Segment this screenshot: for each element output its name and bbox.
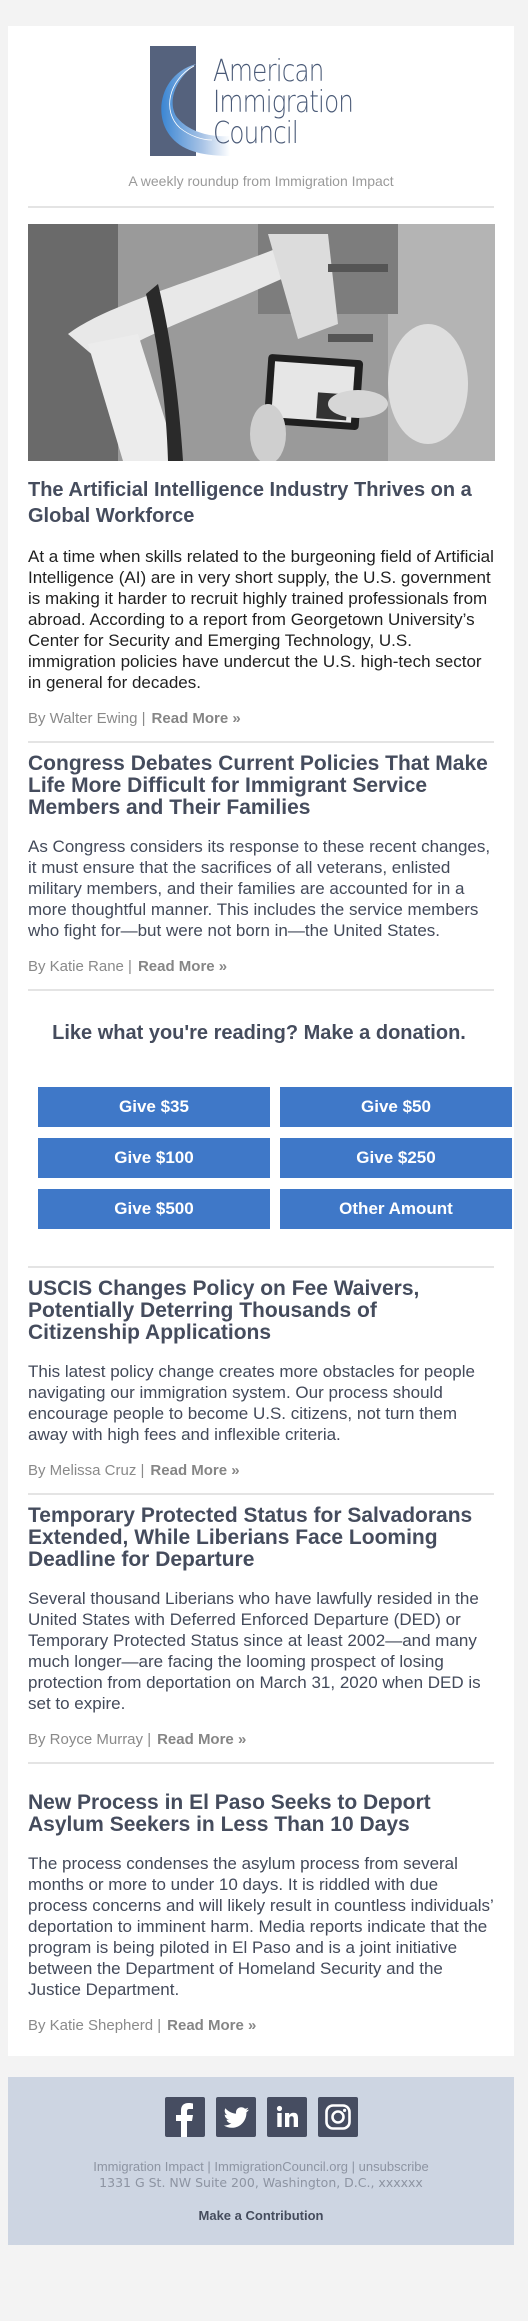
article-summary: Several thousand Liberians who have lawf…	[28, 1589, 481, 1713]
give-100-button[interactable]: Give $100	[38, 1138, 270, 1178]
unsubscribe-link[interactable]: unsubscribe	[359, 2159, 429, 2174]
immigration-impact-link[interactable]: Immigration Impact	[93, 2159, 204, 2174]
article-summary: The process condenses the asylum process…	[28, 1854, 494, 1999]
logo-line-2: Immigration	[213, 85, 354, 120]
article-summary: As Congress considers its response to th…	[28, 837, 491, 940]
read-more-link[interactable]: Read More »	[150, 1462, 239, 1479]
read-more-link[interactable]: Read More »	[157, 1731, 246, 1748]
author: By Katie Shepherd |	[28, 2017, 162, 2034]
divider	[28, 206, 494, 208]
read-more-link[interactable]: Read More »	[152, 710, 241, 727]
article: New Process in El Paso Seeks to Deport A…	[8, 1764, 514, 2056]
give-35-button[interactable]: Give $35	[38, 1087, 270, 1127]
donation-buttons: Give $35 Give $50 Give $100 Give $250 Gi…	[38, 1087, 514, 1229]
article: The Artificial Intelligence Industry Thr…	[8, 461, 514, 741]
author: By Katie Rane |	[28, 958, 132, 975]
facebook-icon[interactable]	[164, 2097, 205, 2137]
read-more-link[interactable]: Read More »	[167, 2017, 256, 2034]
author: By Royce Murray |	[28, 1731, 152, 1748]
give-50-button[interactable]: Give $50	[280, 1087, 512, 1127]
hero-illustration	[28, 224, 495, 461]
article-title[interactable]: New Process in El Paso Seeks to Deport A…	[28, 1792, 494, 1836]
read-more-link[interactable]: Read More »	[138, 958, 227, 975]
author: By Melissa Cruz |	[28, 1462, 145, 1479]
donation-section: Like what you're reading? Make a donatio…	[8, 991, 514, 1229]
give-500-button[interactable]: Give $500	[38, 1189, 270, 1229]
footer: Immigration Impact | ImmigrationCouncil.…	[8, 2077, 514, 2245]
mailing-address: 1331 G St. NW Suite 200, Washington, D.C…	[99, 2175, 423, 2190]
article-title[interactable]: The Artificial Intelligence Industry Thr…	[28, 477, 494, 529]
article-byline: By Katie Rane | Read More »	[28, 957, 494, 989]
article-summary: At a time when skills related to the bur…	[28, 547, 494, 692]
article-summary: This latest policy change creates more o…	[28, 1362, 475, 1444]
header: American Immigration Council A weekly ro…	[8, 26, 514, 206]
hero-image-robot-arm-tablet[interactable]	[28, 224, 495, 461]
article-byline: By Katie Shepherd | Read More »	[28, 2016, 494, 2056]
tagline: A weekly roundup from Immigration Impact	[128, 173, 394, 189]
newsletter-card: American Immigration Council A weekly ro…	[8, 26, 514, 2056]
separator: |	[203, 2159, 215, 2174]
article-byline: By Melissa Cruz | Read More »	[28, 1461, 494, 1493]
author: By Walter Ewing |	[28, 710, 146, 727]
footer-links: Immigration Impact | ImmigrationCouncil.…	[8, 2159, 514, 2175]
article: USCIS Changes Policy on Fee Waivers, Pot…	[8, 1268, 514, 1493]
immigration-council-link[interactable]: ImmigrationCouncil.org	[214, 2159, 348, 2174]
article-byline: By Royce Murray | Read More »	[28, 1730, 494, 1762]
article-title[interactable]: Congress Debates Current Policies That M…	[28, 753, 494, 819]
article-title[interactable]: USCIS Changes Policy on Fee Waivers, Pot…	[28, 1278, 494, 1344]
logo-text: American Immigration Council	[213, 54, 354, 151]
give-250-button[interactable]: Give $250	[280, 1138, 512, 1178]
brand-logo[interactable]: American Immigration Council	[150, 46, 380, 156]
logo-line-3: Council	[213, 116, 299, 151]
linkedin-icon[interactable]	[266, 2097, 307, 2137]
article: Congress Debates Current Policies That M…	[8, 743, 514, 989]
article-byline: By Walter Ewing | Read More »	[28, 709, 494, 741]
separator: |	[348, 2159, 359, 2174]
article: Temporary Protected Status for Salvadora…	[8, 1495, 514, 1762]
twitter-icon[interactable]	[215, 2097, 256, 2137]
logo-line-1: American	[213, 54, 324, 89]
other-amount-button[interactable]: Other Amount	[280, 1189, 512, 1229]
donation-heading: Like what you're reading? Make a donatio…	[52, 1022, 466, 1044]
social-links	[8, 2097, 514, 2137]
instagram-icon[interactable]	[317, 2097, 358, 2137]
article-title[interactable]: Temporary Protected Status for Salvadora…	[28, 1505, 494, 1571]
make-contribution-link[interactable]: Make a Contribution	[199, 2208, 324, 2223]
